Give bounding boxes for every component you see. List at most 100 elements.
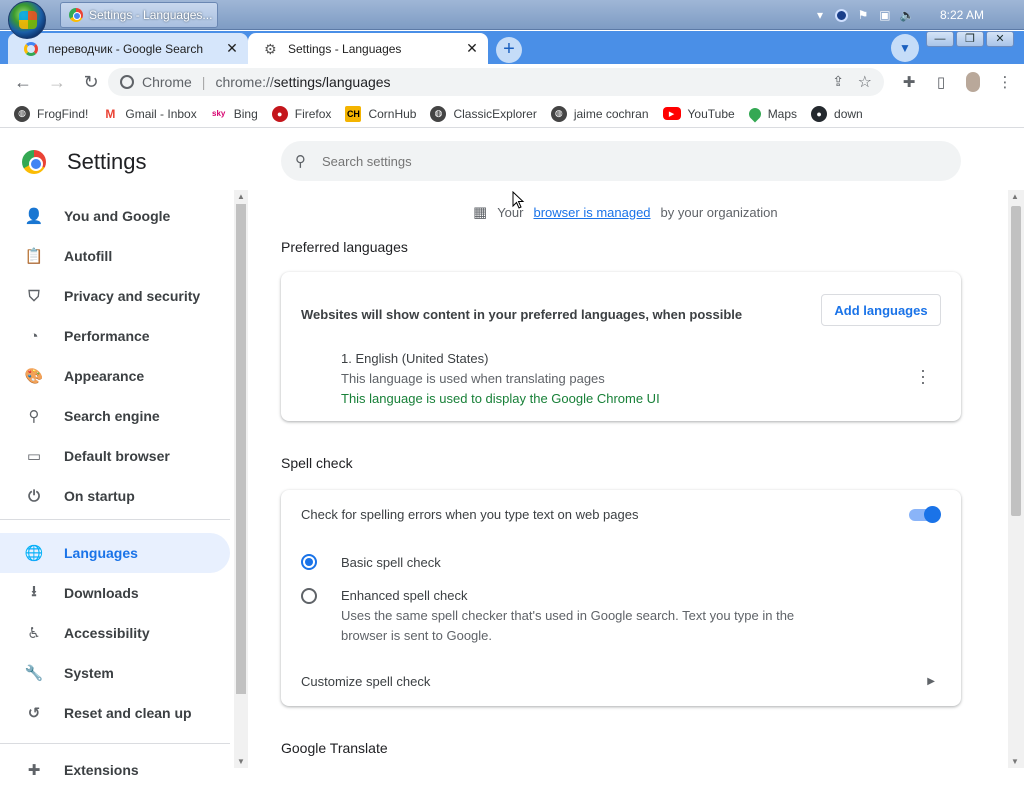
globe-icon: ◍	[430, 105, 447, 122]
star-icon[interactable]: ☆	[858, 72, 872, 92]
gmail-icon: M	[102, 105, 119, 122]
github-icon: ●	[811, 105, 828, 122]
puzzle-icon: ✚	[27, 762, 41, 779]
sidebar-item-label: Autofill	[64, 248, 113, 264]
menu-kebab-icon[interactable]: ⋮	[994, 68, 1016, 96]
globe-icon: ◍	[550, 105, 567, 122]
bookmark-maps[interactable]: Maps	[746, 105, 797, 122]
customize-spell-check-label[interactable]: Customize spell check	[301, 674, 430, 689]
sidebar-item-performance[interactable]: ◔ Performance	[0, 316, 230, 356]
extensions-icon[interactable]: ✚	[898, 68, 920, 96]
tab-settings-languages[interactable]: ⚙ Settings - Languages ✕	[248, 33, 488, 64]
page-scroll-thumb[interactable]	[1011, 206, 1021, 516]
bookmark-label: FrogFind!	[37, 106, 89, 121]
forward-button[interactable]: →	[42, 67, 72, 97]
sidebar-item-you-and-google[interactable]: 👤 You and Google	[0, 196, 230, 236]
sidebar-item-privacy[interactable]: ⛉ Privacy and security	[0, 276, 230, 316]
settings-page: Settings ⚲ 👤 You and Google 📋 Autofill ⛉ Pr…	[0, 132, 1024, 779]
basic-spell-check-radio[interactable]	[301, 554, 317, 570]
network-icon[interactable]: ▣	[878, 8, 892, 22]
share-icon[interactable]: ⇪	[832, 73, 844, 90]
clock[interactable]: 8:22 AM	[940, 8, 984, 22]
section-title-google-translate: Google Translate	[281, 740, 388, 756]
close-window-button[interactable]: ✕	[986, 31, 1014, 47]
arrow-right-icon: →	[48, 71, 66, 92]
scroll-up-icon[interactable]: ▲	[1011, 192, 1019, 201]
add-languages-button[interactable]: Add languages	[821, 294, 941, 326]
tab-google-search[interactable]: переводчик - Google Search ✕	[8, 33, 248, 64]
scroll-down-icon[interactable]: ▼	[237, 757, 245, 766]
taskbar-chrome-window[interactable]: Settings - Languages...	[60, 2, 218, 28]
close-icon[interactable]: ✕	[462, 40, 482, 57]
language-name: 1. English (United States)	[341, 351, 489, 366]
browser-toolbar: ← → ↻ Chrome | chrome://settings/languag…	[0, 64, 1024, 100]
reload-button[interactable]: ↻	[76, 67, 106, 97]
scroll-down-icon[interactable]: ▼	[1011, 757, 1019, 766]
sidebar-item-default-browser[interactable]: ▭ Default browser	[0, 436, 230, 476]
building-icon: ▦	[473, 204, 488, 221]
scroll-up-icon[interactable]: ▲	[237, 192, 245, 201]
sidebar-item-downloads[interactable]: ⭳ Downloads	[0, 573, 230, 613]
bookmark-down[interactable]: ● down	[811, 105, 863, 122]
search-input[interactable]	[322, 153, 722, 169]
bookmark-youtube[interactable]: ▶ YouTube	[662, 106, 735, 121]
mouse-cursor-icon	[512, 191, 525, 209]
close-icon[interactable]: ✕	[222, 40, 242, 57]
flag-icon[interactable]: ⚑	[856, 8, 870, 22]
sidebar-item-autofill[interactable]: 📋 Autofill	[0, 236, 230, 276]
sidebar-scrollbar[interactable]: ▲ ▼	[234, 190, 248, 768]
sidebar-item-label: Reset and clean up	[64, 705, 192, 721]
bookmark-cornhub[interactable]: CH CornHub	[345, 105, 416, 122]
profile-avatar[interactable]	[962, 68, 984, 96]
bookmark-frogfind[interactable]: ◍ FrogFind!	[14, 105, 89, 122]
bookmark-classicexplorer[interactable]: ◍ ClassicExplorer	[430, 105, 537, 122]
sidebar-item-extensions[interactable]: ✚ Extensions	[0, 750, 230, 790]
sidebar-item-accessibility[interactable]: ♿ Accessibility	[0, 613, 230, 653]
caret-right-icon[interactable]: ▶	[927, 676, 935, 687]
settings-search[interactable]: ⚲	[281, 141, 961, 181]
tab-strip: переводчик - Google Search ✕ ⚙ Settings …	[0, 31, 1024, 64]
maximize-button[interactable]: ❐	[956, 31, 984, 47]
bookmark-gmail[interactable]: M Gmail - Inbox	[102, 105, 197, 122]
side-panel-icon[interactable]: ▯	[930, 68, 952, 96]
tab-title: Settings - Languages	[288, 41, 402, 56]
bookmark-bing[interactable]: sky Bing	[210, 105, 258, 122]
chrome-site-icon	[120, 75, 134, 89]
tray-expand-icon[interactable]: ▾	[813, 8, 827, 22]
bookmark-jaime-cochran[interactable]: ◍ jaime cochran	[550, 105, 649, 122]
shield-icon: ⛉	[28, 287, 40, 305]
sidebar-scroll-thumb[interactable]	[236, 204, 246, 694]
bookmark-label: ClassicExplorer	[453, 106, 537, 121]
chrome-icon	[69, 8, 83, 22]
speedometer-icon: ◔	[29, 327, 39, 345]
start-button[interactable]	[8, 1, 46, 39]
tab-title: переводчик - Google Search	[48, 41, 204, 56]
maps-icon	[746, 105, 764, 122]
sidebar-item-reset[interactable]: ↺ Reset and clean up	[0, 693, 230, 733]
language-more-icon[interactable]: · · ·	[915, 361, 931, 391]
minimize-button[interactable]: —	[926, 31, 954, 47]
toolbar-actions: ✚ ▯ ⋮	[898, 68, 1016, 96]
address-bar[interactable]: Chrome | chrome://settings/languages ⇪ ☆	[108, 68, 884, 96]
enhanced-spell-check-label: Enhanced spell check	[341, 588, 468, 603]
sidebar-item-on-startup[interactable]: ⏻ On startup	[0, 476, 230, 516]
sidebar-item-appearance[interactable]: 🎨 Appearance	[0, 356, 230, 396]
sidebar-item-search-engine[interactable]: ⚲ Search engine	[0, 396, 230, 436]
bookmark-label: YouTube	[687, 106, 735, 121]
sidebar-item-system[interactable]: 🔧 System	[0, 653, 230, 693]
sidebar-item-label: Search engine	[64, 408, 160, 424]
os-taskbar: Settings - Languages... ▾ ⚑ ▣ 🔈 8:22 AM	[0, 0, 1024, 39]
arrow-left-icon: ←	[14, 71, 32, 92]
tray-app-icon[interactable]	[834, 8, 848, 22]
tab-search-button[interactable]: ▼	[891, 34, 919, 62]
enhanced-spell-check-radio[interactable]	[301, 588, 317, 604]
sidebar-item-languages[interactable]: 🌐 Languages	[0, 533, 230, 573]
spell-check-toggle[interactable]	[909, 506, 941, 523]
volume-muted-icon[interactable]: 🔈	[900, 8, 915, 22]
managed-link[interactable]: browser is managed	[533, 205, 650, 220]
new-tab-button[interactable]: +	[496, 37, 522, 63]
sidebar-item-label: Privacy and security	[64, 288, 201, 304]
back-button[interactable]: ←	[8, 67, 38, 97]
page-scrollbar[interactable]: ▲ ▼	[1008, 190, 1024, 768]
bookmark-firefox[interactable]: ● Firefox	[271, 105, 331, 122]
